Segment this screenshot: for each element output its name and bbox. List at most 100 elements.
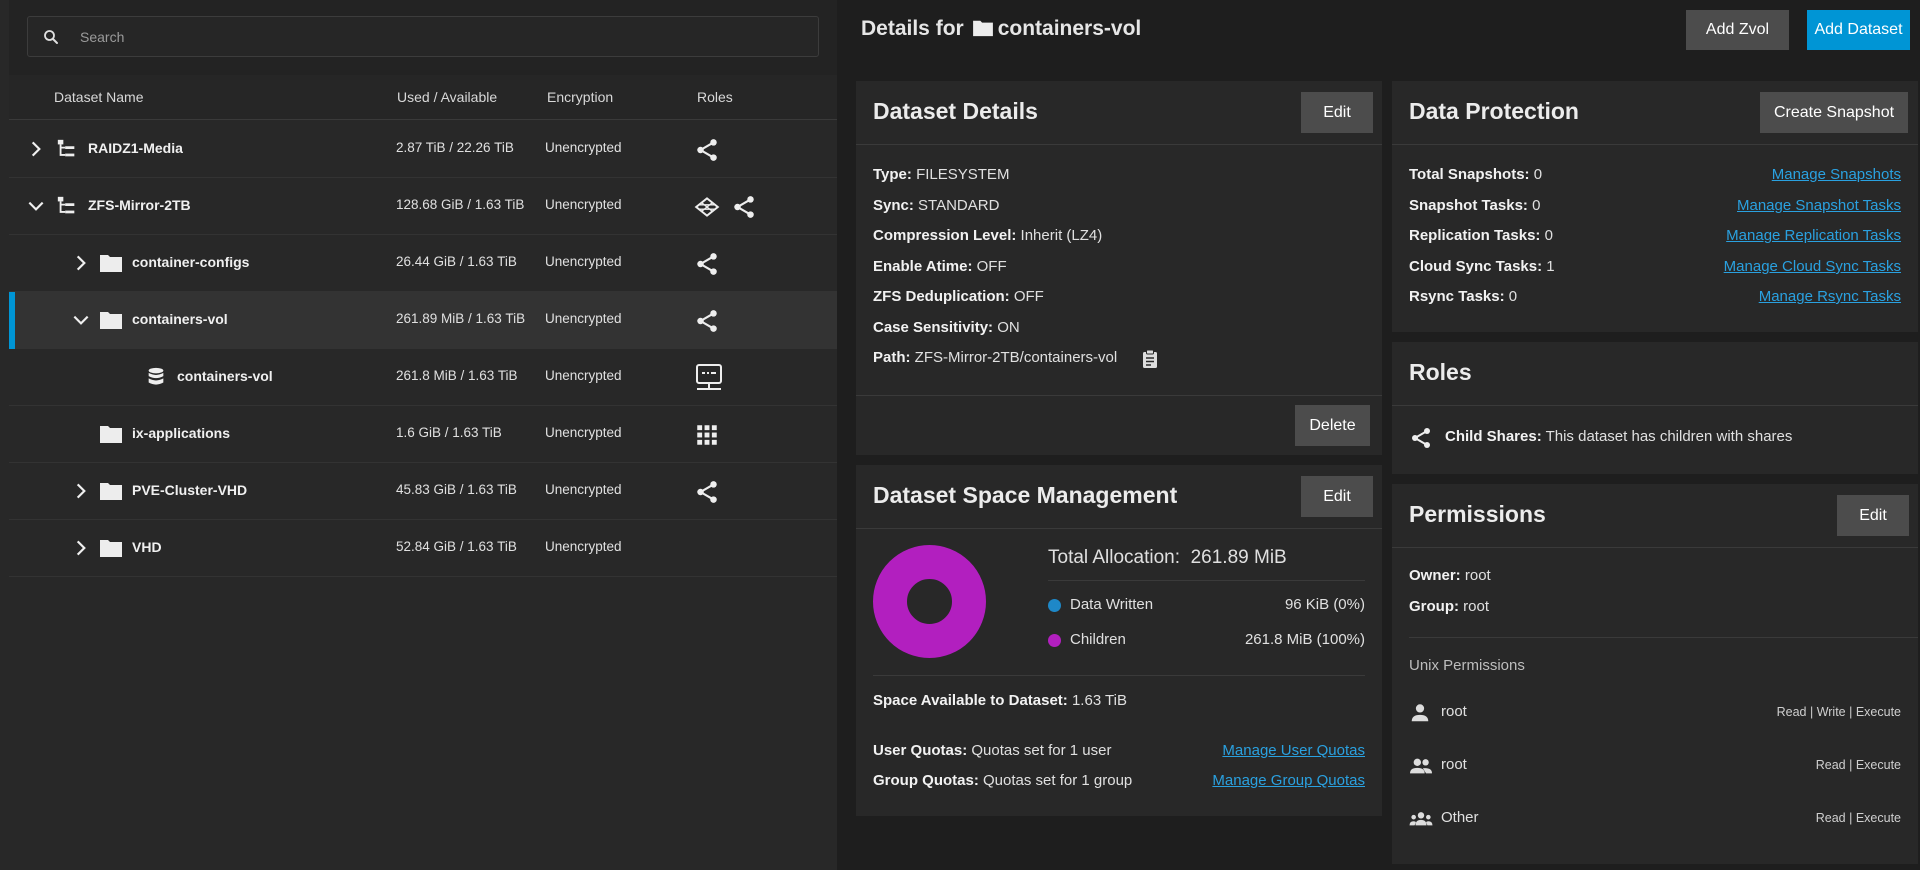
chevron-right-icon[interactable] [26,139,46,159]
table-row-selected[interactable]: containers-vol 261.89 MiB / 1.63 TiB Une… [9,292,837,349]
dataset-name: containers-vol [177,368,273,384]
chevron-right-icon[interactable] [71,253,91,273]
unix-permissions-label: Unix Permissions [1409,657,1525,674]
edit-permissions-button[interactable]: Edit [1837,495,1909,536]
legend-value-children: 261.8 MiB (100%) [1244,631,1365,648]
edit-space-button[interactable]: Edit [1301,476,1373,517]
folder-icon [100,540,122,557]
pool-tree-icon [57,196,75,214]
search-input[interactable] [80,25,780,49]
detail-case-sensitivity: Case Sensitivity: ON [873,319,1020,336]
dataset-used: 45.83 GiB / 1.63 TiB [396,482,517,497]
cloud-sync-tasks: Cloud Sync Tasks: 1 [1409,258,1555,275]
card-title: Dataset Space Management [873,482,1178,508]
search-bar [9,0,837,75]
dataset-name: VHD [132,539,162,555]
dataset-details-card: Dataset Details Edit Type: FILESYSTEM Sy… [856,81,1382,455]
chevron-down-icon[interactable] [26,196,46,216]
chevron-right-icon[interactable] [71,481,91,501]
folder-icon [100,426,122,443]
folder-icon [972,20,993,37]
legend-label-children: Children [1070,631,1126,648]
manage-user-quotas-link[interactable]: Manage User Quotas [1222,742,1365,759]
title-dataset-name: containers-vol [997,17,1142,40]
chevron-down-icon[interactable] [71,310,91,330]
group-quotas: Group Quotas: Quotas set for 1 group [873,772,1133,789]
dataset-encryption: Unencrypted [545,197,622,212]
dataset-encryption: Unencrypted [545,482,622,497]
column-header-used[interactable]: Used / Available [397,89,497,105]
search-field[interactable] [27,16,819,57]
column-header-encryption[interactable]: Encryption [547,89,613,105]
create-snapshot-button[interactable]: Create Snapshot [1760,92,1908,133]
table-row[interactable]: PVE-Cluster-VHD 45.83 GiB / 1.63 TiB Une… [9,463,837,520]
detail-compression: Compression Level: Inherit (LZ4) [873,227,1103,244]
divider [873,675,1365,676]
column-header-name[interactable]: Dataset Name [54,89,143,105]
space-available: Space Available to Dataset: 1.63 TiB [873,692,1128,709]
delete-dataset-button[interactable]: Delete [1295,405,1370,446]
table-header: Dataset Name Used / Available Encryption… [9,75,837,120]
share-icon [697,139,717,161]
share-icon [697,253,717,275]
permission-group-name: root [1441,756,1467,773]
database-icon [148,367,164,385]
dataset-used: 128.68 GiB / 1.63 TiB [396,197,525,212]
table-row[interactable]: containers-vol 261.8 MiB / 1.63 TiB Unen… [9,349,837,406]
permission-user-name: root [1441,703,1467,720]
manage-snapshots-link[interactable]: Manage Snapshots [1772,166,1901,183]
detail-type: Type: FILESYSTEM [873,166,1010,183]
legend-label-data-written: Data Written [1070,596,1154,613]
permission-user-perms: Read | Write | Execute [1776,705,1901,719]
card-header: Data Protection Create Snapshot [1392,81,1918,145]
dataset-name: containers-vol [132,311,228,327]
dataset-encryption: Unencrypted [545,368,622,383]
manage-snapshot-tasks-link[interactable]: Manage Snapshot Tasks [1737,197,1901,214]
total-allocation: Total Allocation: 261.89 MiB [1048,547,1287,568]
permission-other-perms: Read | Execute [1815,811,1901,825]
chevron-right-icon[interactable] [71,538,91,558]
table-row[interactable]: ZFS-Mirror-2TB 128.68 GiB / 1.63 TiB Une… [9,178,837,235]
card-title: Permissions [1409,501,1546,527]
total-snapshots: Total Snapshots: 0 [1409,166,1543,183]
nfs-share-icon [694,197,720,217]
title-prefix: Details for [861,17,964,40]
table-row[interactable]: container-configs 26.44 GiB / 1.63 TiB U… [9,235,837,292]
table-row[interactable]: RAIDZ1-Media 2.87 TiB / 22.26 TiB Unencr… [9,121,837,178]
dataset-name: container-configs [132,254,250,270]
user-quotas: User Quotas: Quotas set for 1 user [873,742,1112,759]
table-row[interactable]: VHD 52.84 GiB / 1.63 TiB Unencrypted [9,520,837,577]
rsync-tasks: Rsync Tasks: 0 [1409,288,1518,305]
group: Group: root [1409,598,1490,615]
add-zvol-button[interactable]: Add Zvol [1686,10,1789,50]
add-dataset-button[interactable]: Add Dataset [1807,10,1910,50]
share-icon [734,196,754,218]
child-shares: Child Shares: This dataset has children … [1445,428,1793,445]
card-header: Permissions Edit [1392,484,1918,548]
manage-rsync-tasks-link[interactable]: Manage Rsync Tasks [1759,288,1901,305]
manage-replication-tasks-link[interactable]: Manage Replication Tasks [1726,227,1901,244]
replication-tasks: Replication Tasks: 0 [1409,227,1553,244]
selection-indicator [9,292,15,349]
space-management-card: Dataset Space Management Edit Total Allo… [856,465,1382,816]
dataset-used: 1.6 GiB / 1.63 TiB [396,425,502,440]
iscsi-icon [696,364,722,390]
users-other-icon [1409,812,1433,826]
group-icon [1410,758,1432,774]
manage-cloud-sync-tasks-link[interactable]: Manage Cloud Sync Tasks [1724,258,1901,275]
share-icon [697,310,717,332]
manage-group-quotas-link[interactable]: Manage Group Quotas [1212,772,1365,789]
detail-path: Path: ZFS-Mirror-2TB/containers-vol [873,349,1118,366]
snapshot-tasks: Snapshot Tasks: 0 [1409,197,1541,214]
dataset-encryption: Unencrypted [545,254,622,269]
detail-dedup: ZFS Deduplication: OFF [873,288,1044,305]
owner: Owner: root [1409,567,1491,584]
edit-details-button[interactable]: Edit [1301,92,1373,133]
card-header: Dataset Space Management Edit [856,465,1382,529]
table-row[interactable]: ix-applications 1.6 GiB / 1.63 TiB Unenc… [9,406,837,463]
copy-clipboard-icon[interactable] [1141,349,1159,369]
card-header: Dataset Details Edit [856,81,1382,145]
roles-card: Roles Child Shares: This dataset has chi… [1392,342,1918,474]
pool-tree-icon [57,139,75,157]
share-icon [1412,428,1430,448]
